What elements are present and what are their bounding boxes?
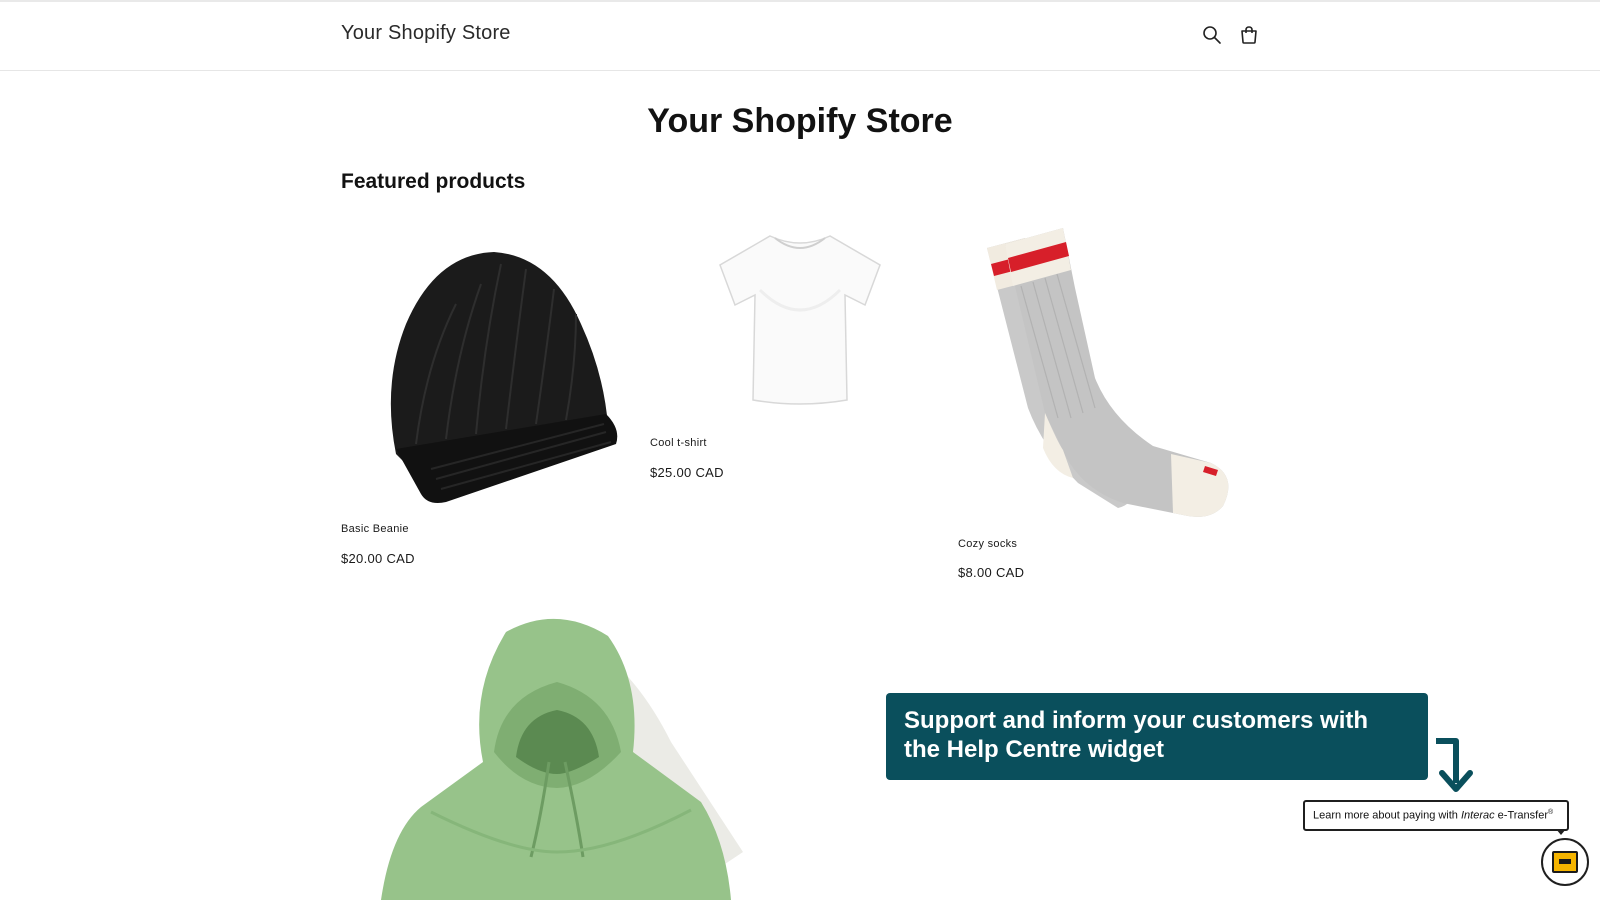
beanie-image[interactable] (376, 244, 626, 504)
tooltip-registered-mark: ® (1548, 809, 1554, 816)
tooltip-brand: Interac (1460, 809, 1495, 822)
product-name[interactable]: Cool t-shirt (650, 437, 707, 449)
tooltip-tail (1556, 829, 1566, 835)
product-name[interactable]: Basic Beanie (341, 523, 409, 535)
product-price: $25.00 CAD (650, 465, 724, 480)
featured-products-heading: Featured products (341, 170, 526, 193)
interac-tooltip[interactable]: Learn more about paying with Interac e-T… (1303, 800, 1569, 831)
tooltip-suffix: e-Transfer (1494, 809, 1549, 822)
socks-image[interactable] (983, 218, 1243, 528)
arrow-down-icon (1436, 738, 1473, 792)
tshirt-image[interactable] (715, 230, 885, 410)
help-centre-widget-button[interactable] (1541, 838, 1589, 886)
product-price: $20.00 CAD (341, 551, 415, 566)
product-card-cool-tshirt[interactable]: Cool t-shirt $25.00 CAD (650, 230, 940, 490)
page-title: Your Shopify Store (647, 102, 953, 140)
site-header: Your Shopify Store (0, 2, 1600, 71)
cart-icon (1241, 26, 1257, 44)
search-icon (1203, 26, 1221, 44)
product-card-basic-beanie[interactable]: Basic Beanie $20.00 CAD (341, 240, 631, 570)
tooltip-prefix: Learn more about paying with (1313, 809, 1461, 822)
cart-button[interactable] (1238, 24, 1260, 46)
product-card-hoodie[interactable] (341, 602, 761, 900)
help-centre-callout: Support and inform your customers with t… (886, 693, 1428, 780)
store-logo-link[interactable]: Your Shopify Store (341, 22, 511, 45)
product-name[interactable]: Cozy socks (958, 538, 1017, 550)
hoodie-image[interactable] (371, 602, 761, 900)
product-price: $8.00 CAD (958, 565, 1025, 580)
interac-logo-icon (1552, 851, 1578, 873)
search-button[interactable] (1201, 24, 1223, 46)
storefront-page: Your Shopify Store Your Shopify Store Fe… (0, 0, 1600, 900)
product-card-cozy-socks[interactable]: Cozy socks $8.00 CAD (958, 218, 1248, 588)
